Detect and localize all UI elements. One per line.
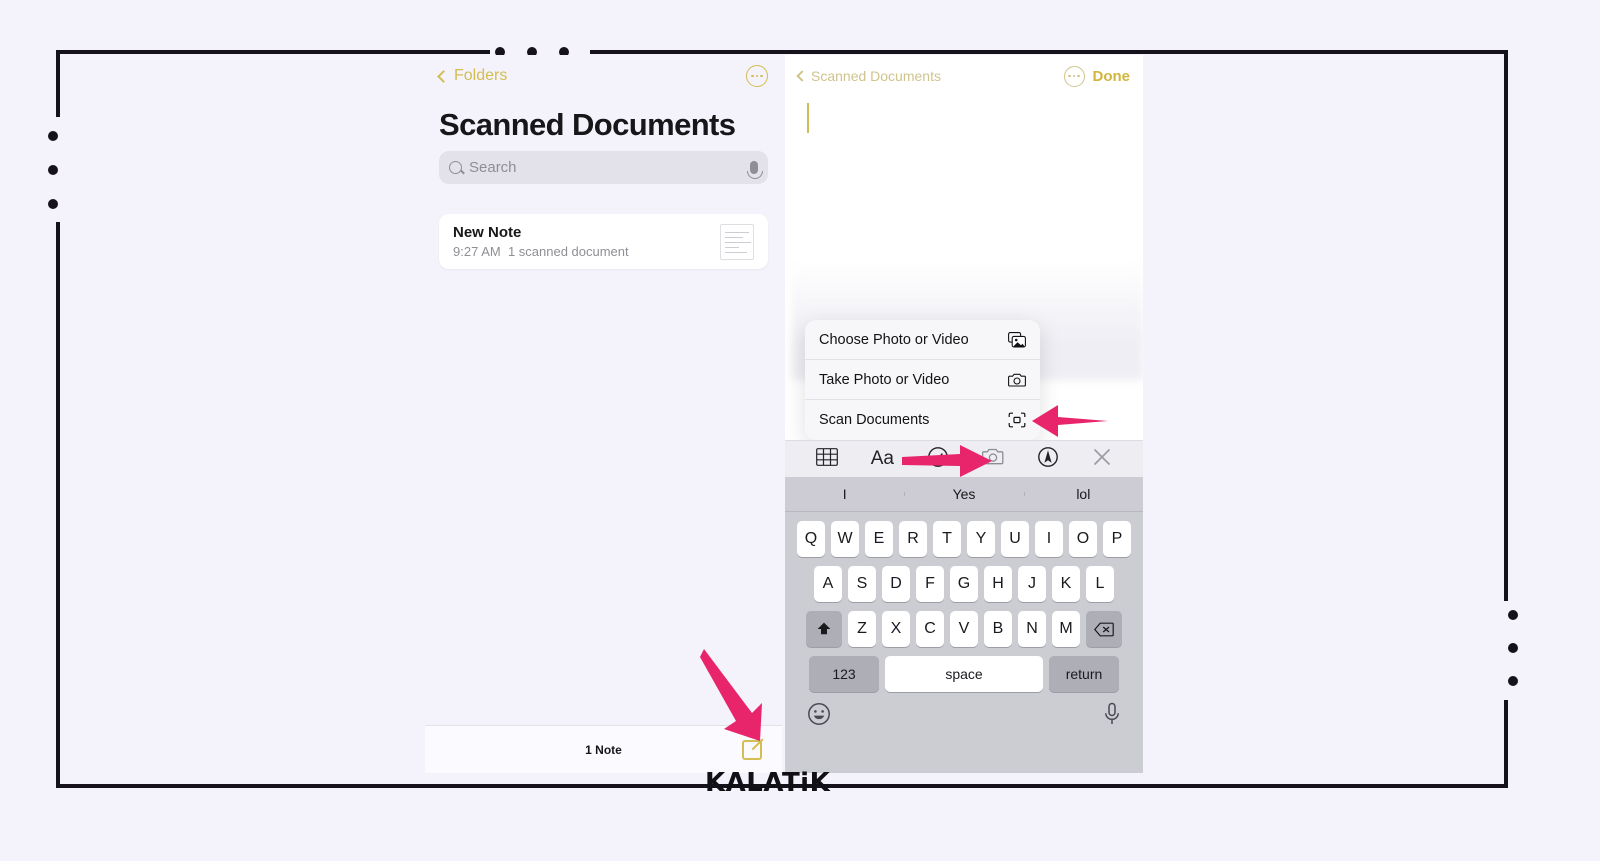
frame-right-lower-segment bbox=[1504, 700, 1508, 788]
key-p[interactable]: P bbox=[1103, 521, 1131, 557]
search-input[interactable]: Search bbox=[439, 151, 768, 184]
page-title: Scanned Documents bbox=[439, 107, 736, 142]
frame-dot-left-1 bbox=[48, 131, 58, 141]
photo-library-icon bbox=[1008, 331, 1026, 348]
key-b[interactable]: B bbox=[984, 611, 1012, 647]
arrow-to-compose-button bbox=[700, 649, 762, 741]
screenshot-canvas: Folders Scanned Documents Search New Not… bbox=[0, 0, 1600, 861]
key-h[interactable]: H bbox=[984, 566, 1012, 602]
brand-watermark: KALATiK bbox=[705, 768, 831, 798]
left-nav-bar: Folders bbox=[425, 55, 782, 97]
key-f[interactable]: F bbox=[916, 566, 944, 602]
frame-top-right-segment bbox=[590, 50, 1508, 54]
key-r[interactable]: R bbox=[899, 521, 927, 557]
done-button[interactable]: Done bbox=[1093, 68, 1131, 85]
suggestion-3[interactable]: lol bbox=[1023, 486, 1143, 502]
frame-left-lower-segment bbox=[56, 222, 60, 788]
backspace-icon[interactable] bbox=[1086, 611, 1122, 647]
shift-icon[interactable] bbox=[806, 611, 842, 647]
menu-item-take-photo-or-video[interactable]: Take Photo or Video bbox=[805, 360, 1040, 400]
key-c[interactable]: C bbox=[916, 611, 944, 647]
key-g[interactable]: G bbox=[950, 566, 978, 602]
table-icon[interactable] bbox=[815, 447, 838, 471]
menu-item-choose-photo-or-video[interactable]: Choose Photo or Video bbox=[805, 320, 1040, 360]
search-icon bbox=[449, 161, 462, 174]
search-placeholder: Search bbox=[469, 159, 517, 176]
keyboard-bottom-row bbox=[785, 692, 1143, 731]
key-q[interactable]: Q bbox=[797, 521, 825, 557]
suggestion-1[interactable]: I bbox=[785, 486, 904, 502]
keyboard-row-1: Q W E R T Y U I O P bbox=[785, 521, 1143, 557]
chevron-left-icon bbox=[796, 70, 808, 82]
text-format-icon[interactable]: Aa bbox=[871, 448, 894, 470]
attachment-action-sheet: Choose Photo or Video Take Photo or Vide… bbox=[805, 320, 1040, 440]
virtual-keyboard: I Yes lol Q W E R T Y U I O P A S D F G … bbox=[785, 477, 1143, 773]
note-title: New Note bbox=[453, 224, 522, 241]
key-e[interactable]: E bbox=[865, 521, 893, 557]
key-i[interactable]: I bbox=[1035, 521, 1063, 557]
key-t[interactable]: T bbox=[933, 521, 961, 557]
microphone-icon[interactable] bbox=[1103, 702, 1121, 731]
keyboard-row-4: 123 space return bbox=[785, 656, 1143, 692]
right-nav-bar: Scanned Documents Done bbox=[785, 55, 1143, 97]
key-y[interactable]: Y bbox=[967, 521, 995, 557]
keyboard-suggestion-bar: I Yes lol bbox=[785, 477, 1143, 512]
suggestion-2[interactable]: Yes bbox=[904, 486, 1023, 502]
close-icon[interactable] bbox=[1092, 447, 1112, 472]
key-x[interactable]: X bbox=[882, 611, 910, 647]
markup-pen-icon[interactable] bbox=[1037, 446, 1059, 473]
key-a[interactable]: A bbox=[814, 566, 842, 602]
frame-dot-left-2 bbox=[48, 165, 58, 175]
emoji-smiley-icon[interactable] bbox=[807, 702, 831, 731]
menu-item-label: Scan Documents bbox=[819, 412, 930, 428]
key-d[interactable]: D bbox=[882, 566, 910, 602]
arrow-to-scan-documents bbox=[1032, 405, 1108, 437]
menu-item-scan-documents[interactable]: Scan Documents bbox=[805, 400, 1040, 440]
space-key[interactable]: space bbox=[885, 656, 1043, 692]
frame-dot-right-1 bbox=[1508, 610, 1518, 620]
keyboard-row-3: Z X C V B N M bbox=[785, 611, 1143, 647]
key-n[interactable]: N bbox=[1018, 611, 1046, 647]
frame-top-left-segment bbox=[56, 50, 490, 54]
key-u[interactable]: U bbox=[1001, 521, 1029, 557]
microphone-icon[interactable] bbox=[747, 161, 763, 179]
frame-dot-right-2 bbox=[1508, 643, 1518, 653]
back-to-folders-button[interactable]: Folders bbox=[437, 67, 508, 85]
menu-item-label: Choose Photo or Video bbox=[819, 331, 969, 348]
key-m[interactable]: M bbox=[1052, 611, 1080, 647]
return-key[interactable]: return bbox=[1049, 656, 1119, 692]
key-s[interactable]: S bbox=[848, 566, 876, 602]
note-subtitle: 9:27 AM 1 scanned document bbox=[453, 244, 629, 259]
back-label: Scanned Documents bbox=[811, 68, 941, 84]
chevron-left-icon bbox=[437, 69, 450, 83]
document-thumbnail-icon bbox=[720, 223, 754, 260]
list-item[interactable]: New Note 9:27 AM 1 scanned document bbox=[439, 214, 768, 269]
frame-left-upper-segment bbox=[56, 50, 60, 117]
note-count-label: 1 Note bbox=[585, 742, 622, 757]
frame-dot-left-3 bbox=[48, 199, 58, 209]
key-z[interactable]: Z bbox=[848, 611, 876, 647]
keyboard-row-2: A S D F G H J K L bbox=[785, 566, 1143, 602]
ellipsis-circle-icon[interactable] bbox=[1063, 65, 1085, 87]
key-k[interactable]: K bbox=[1052, 566, 1080, 602]
frame-dot-right-3 bbox=[1508, 676, 1518, 686]
numbers-key[interactable]: 123 bbox=[809, 656, 879, 692]
ellipsis-circle-icon[interactable] bbox=[746, 65, 768, 87]
key-l[interactable]: L bbox=[1086, 566, 1114, 602]
back-label: Folders bbox=[454, 67, 508, 84]
menu-item-label: Take Photo or Video bbox=[819, 371, 950, 388]
frame-right-upper-segment bbox=[1504, 50, 1508, 601]
key-w[interactable]: W bbox=[831, 521, 859, 557]
key-v[interactable]: V bbox=[950, 611, 978, 647]
arrow-to-camera-toolbar bbox=[902, 445, 992, 477]
camera-icon bbox=[1008, 372, 1026, 388]
key-o[interactable]: O bbox=[1069, 521, 1097, 557]
text-cursor bbox=[807, 103, 810, 133]
key-j[interactable]: J bbox=[1018, 566, 1046, 602]
back-to-scanned-documents-button[interactable]: Scanned Documents bbox=[796, 68, 941, 84]
